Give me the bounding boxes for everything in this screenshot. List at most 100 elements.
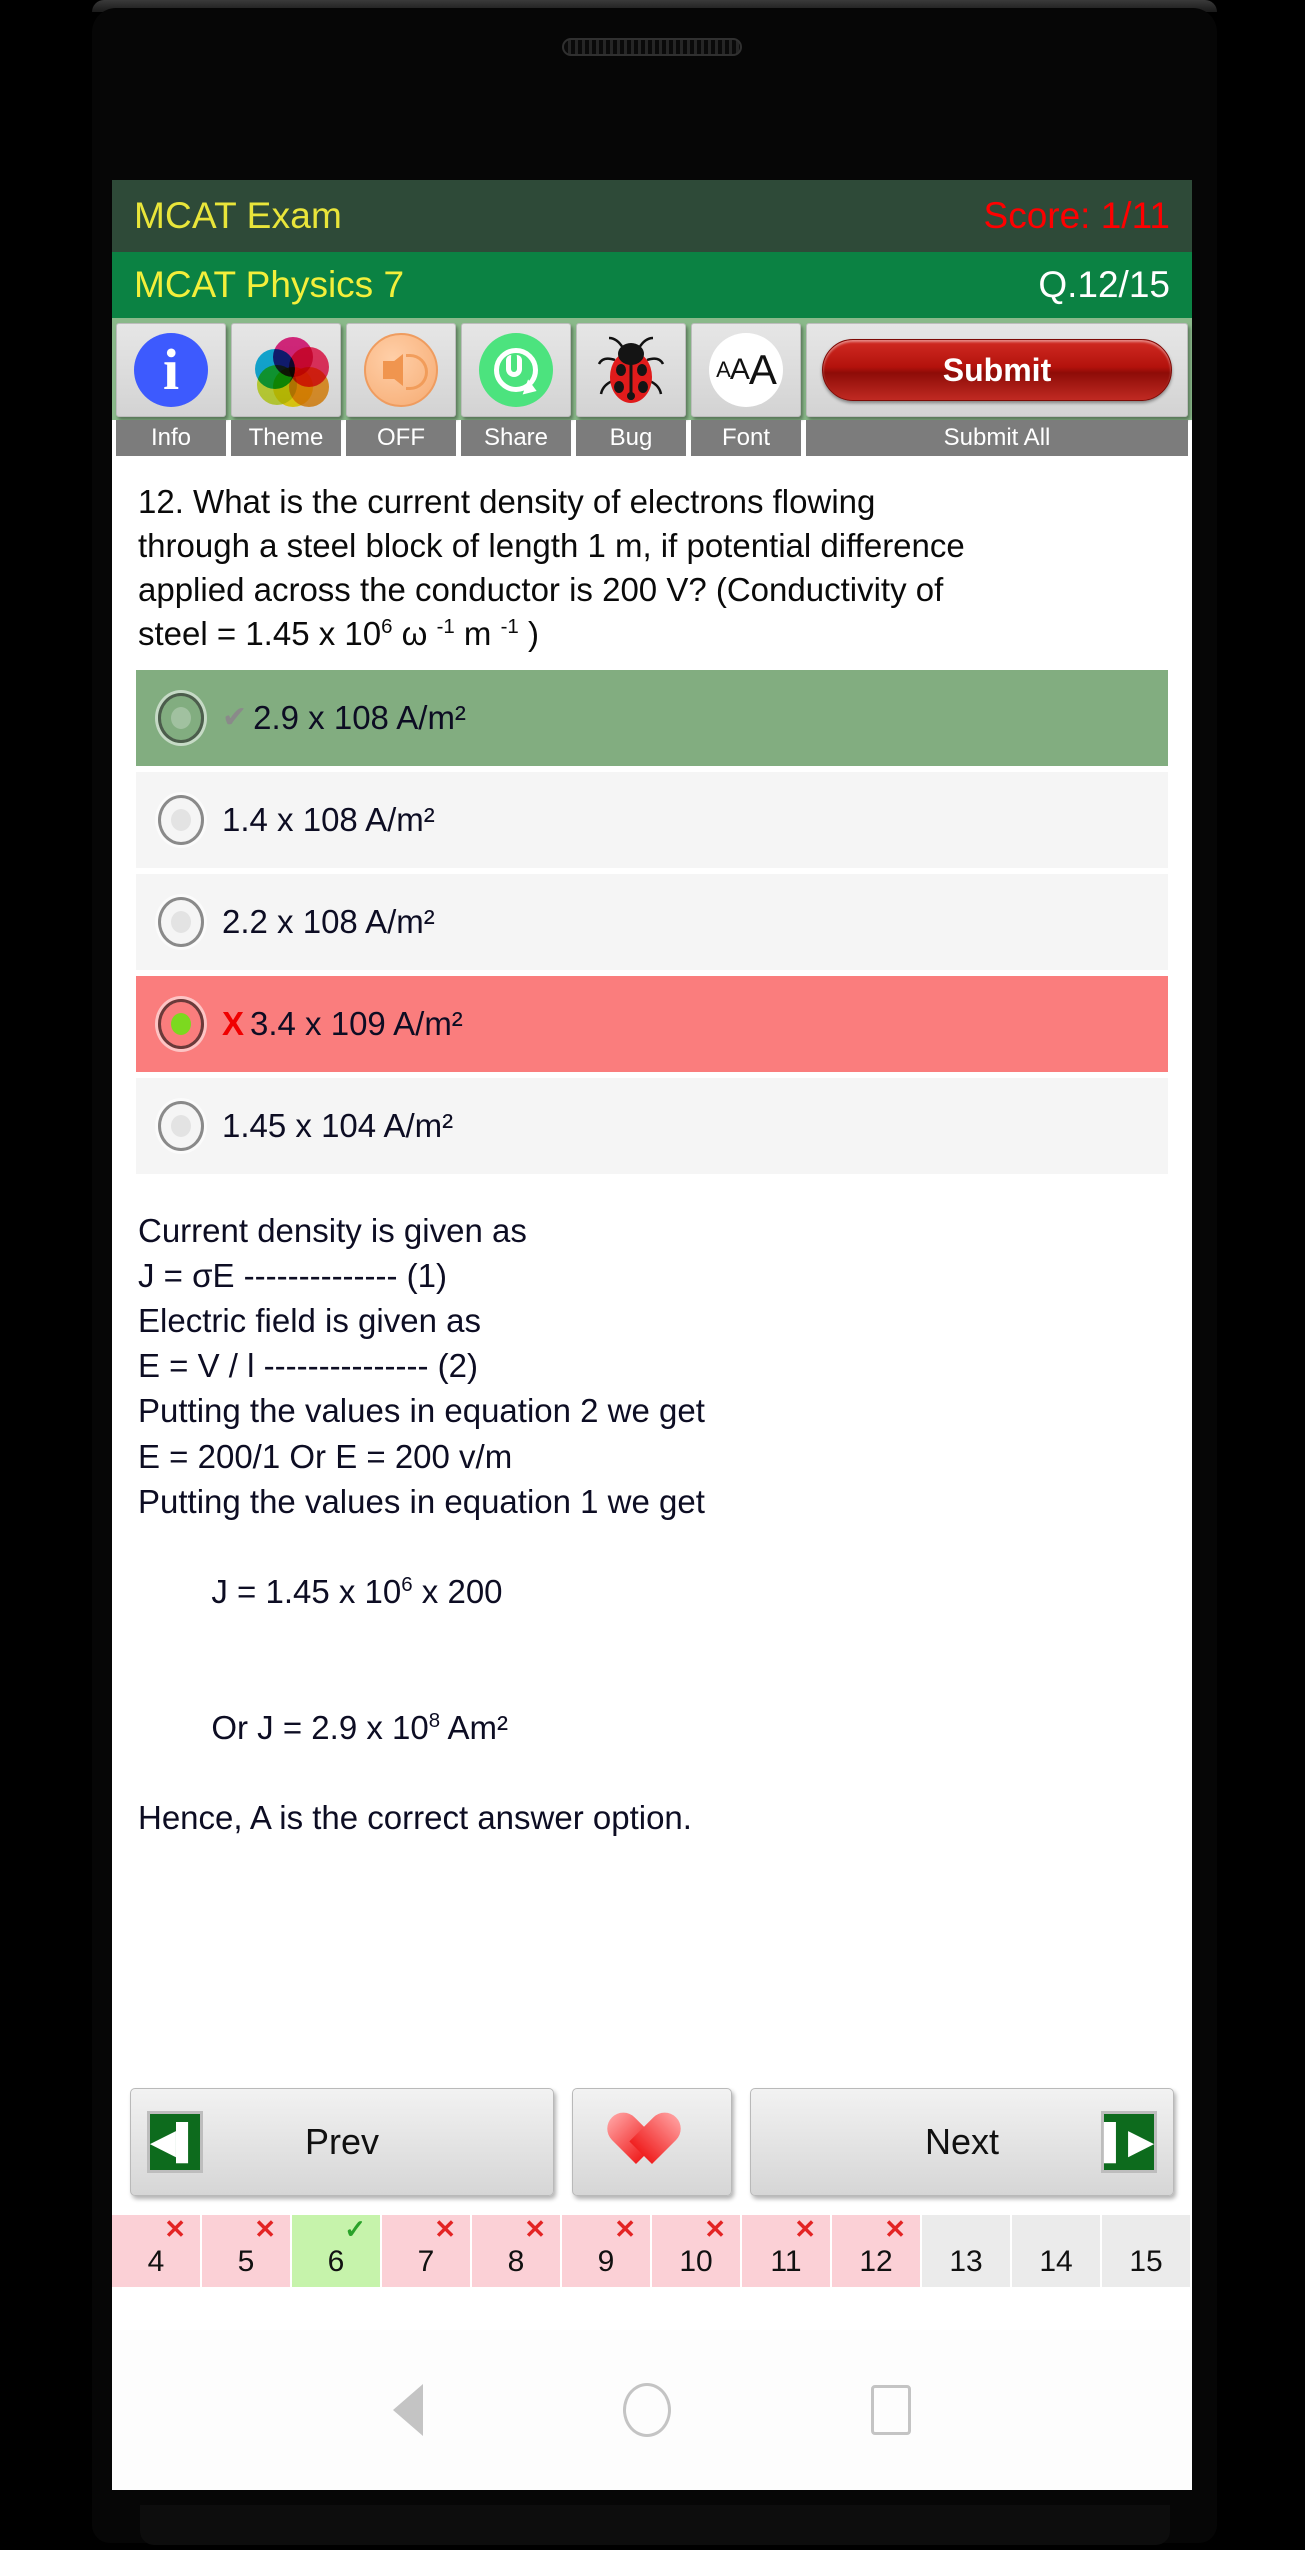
explanation-line-4: E = V / l --------------- (2)	[138, 1347, 478, 1385]
exp8-pre: J = 1.45 x 10	[211, 1573, 402, 1611]
qstrip-cell-15[interactable]: 15	[1102, 2215, 1192, 2287]
info-button[interactable]: i	[116, 323, 226, 417]
toolbar-label-share: Share	[461, 420, 571, 456]
option-e-radio[interactable]	[158, 1100, 204, 1151]
next-button-label: Next	[924, 2121, 1000, 2162]
option-a-label: 2.9 x 108 A/m²	[253, 698, 466, 736]
q-exp-6: 6	[381, 614, 393, 638]
qstrip-num-7: 7	[417, 2245, 435, 2278]
q-exp-neg1-a: -1	[436, 614, 455, 638]
qstrip-num-13: 13	[949, 2245, 983, 2278]
explanation-line-8: J = 1.45 x 106 x 200	[138, 1524, 1166, 1660]
qstrip-cell-13[interactable]: 13	[922, 2215, 1012, 2287]
option-b[interactable]: 1.4 x 108 A/m²	[136, 771, 1168, 868]
qstrip-num-9: 9	[597, 2245, 615, 2278]
exp9-post: Am²	[440, 1708, 508, 1746]
toolbar-label-submit-all: Submit All	[806, 420, 1188, 456]
option-b-text: 1.4 x 108 A/m²	[222, 801, 435, 839]
option-a[interactable]: ✔ 2.9 x 108 A/m²	[136, 669, 1168, 766]
phone-device-frame: MCAT Exam Score: 1/11 MCAT Physics 7 Q.1…	[0, 0, 1305, 2550]
exp8-exp: 6	[401, 1573, 413, 1597]
x-badge: ✕	[614, 2214, 636, 2244]
explanation-line-10: Hence, A is the correct answer option.	[138, 1799, 692, 1837]
qstrip-cell-5[interactable]: ✕ 5	[202, 2215, 292, 2287]
toolbar-label-theme: Theme	[231, 420, 341, 456]
option-d-radio[interactable]	[158, 998, 204, 1049]
skip-forward-icon: ▌▶	[1101, 2111, 1157, 2173]
qstrip-num-10: 10	[679, 2245, 713, 2278]
explanation-line-5: Putting the values in equation 2 we get	[138, 1392, 705, 1430]
qstrip-cell-6[interactable]: ✓ 6	[292, 2215, 382, 2287]
question-number-strip: ✕ 4 ✕ 5 ✓ 6 ✕ 7 ✕ 8 ✕ 9 ✕ 10 ✕ 11 ✕ 12 13 14 15	[112, 2215, 1192, 2287]
exp8-post: x 200	[412, 1573, 503, 1611]
x-badge: ✕	[524, 2214, 546, 2244]
heart-icon	[622, 2114, 682, 2170]
q-conductivity-pre: steel = 1.45 x 10	[138, 614, 382, 652]
info-icon: i	[134, 333, 208, 407]
qstrip-cell-8[interactable]: ✕ 8	[472, 2215, 562, 2287]
option-c[interactable]: 2.2 x 108 A/m²	[136, 873, 1168, 970]
skip-back-icon: ◀▌	[147, 2111, 203, 2173]
qstrip-cell-12[interactable]: ✕ 12	[832, 2215, 922, 2287]
x-badge: ✕	[434, 2214, 456, 2244]
q-close-paren: )	[518, 614, 539, 652]
q-exp-neg1-b: -1	[500, 614, 519, 638]
option-d[interactable]: X 3.4 x 109 A/m²	[136, 975, 1168, 1072]
palette-icon	[249, 333, 329, 407]
submit-all-button[interactable]: Submit	[806, 323, 1188, 417]
exp9-pre: Or J = 2.9 x 10	[211, 1708, 429, 1746]
back-triangle-icon[interactable]	[393, 2384, 423, 2436]
qstrip-num-6: 6	[327, 2245, 345, 2278]
toolbar-label-info: Info	[116, 420, 226, 456]
qstrip-num-11: 11	[770, 2245, 802, 2278]
qstrip-num-4: 4	[147, 2245, 165, 2278]
x-badge: ✕	[704, 2214, 726, 2244]
option-a-text: ✔ 2.9 x 108 A/m²	[222, 699, 466, 737]
next-button[interactable]: Next ▌▶	[750, 2088, 1174, 2196]
app-title: MCAT Exam	[134, 195, 343, 236]
option-c-radio[interactable]	[158, 896, 204, 947]
share-button[interactable]	[461, 323, 571, 417]
wrong-x-icon: X	[222, 1004, 245, 1042]
option-b-label: 1.4 x 108 A/m²	[222, 800, 435, 838]
earpiece-speaker-grille	[562, 38, 742, 56]
x-badge: ✕	[164, 2214, 186, 2244]
option-e-text: 1.45 x 104 A/m²	[222, 1107, 453, 1145]
qstrip-cell-10[interactable]: ✕ 10	[652, 2215, 742, 2287]
qstrip-num-14: 14	[1039, 2245, 1073, 2278]
home-circle-icon[interactable]	[623, 2383, 671, 2437]
bug-report-button[interactable]	[576, 323, 686, 417]
qstrip-cell-7[interactable]: ✕ 7	[382, 2215, 472, 2287]
qstrip-cell-9[interactable]: ✕ 9	[562, 2215, 652, 2287]
font-size-icon: AAA	[709, 333, 783, 407]
explanation-line-3: Electric field is given as	[138, 1301, 481, 1339]
qstrip-cell-4[interactable]: ✕ 4	[112, 2215, 202, 2287]
sound-toggle-button[interactable]	[346, 323, 456, 417]
toolbar-label-off: OFF	[346, 420, 456, 456]
prev-button[interactable]: ◀▌ Prev	[130, 2088, 554, 2196]
option-c-text: 2.2 x 108 A/m²	[222, 903, 435, 941]
check-badge: ✓	[344, 2214, 366, 2244]
option-a-radio[interactable]	[158, 692, 204, 743]
qstrip-num-15: 15	[1129, 2245, 1163, 2278]
q-omega: ω	[392, 614, 437, 652]
prev-button-label: Prev	[304, 2121, 380, 2162]
favorite-button[interactable]	[572, 2088, 732, 2196]
submit-button-label[interactable]: Submit	[822, 339, 1172, 401]
correct-check-icon: ✔	[222, 701, 248, 734]
qstrip-cell-11[interactable]: ✕ 11	[742, 2215, 832, 2287]
device-bottom-chin	[140, 2505, 1170, 2545]
app-title-bar: MCAT Exam Score: 1/11	[112, 180, 1192, 252]
font-size-button[interactable]: AAA	[691, 323, 801, 417]
theme-button[interactable]	[231, 323, 341, 417]
option-b-radio[interactable]	[158, 794, 204, 845]
exp9-exp: 8	[428, 1708, 441, 1732]
toolbar: i A A A Submit	[112, 318, 1192, 420]
qstrip-cell-14[interactable]: 14	[1012, 2215, 1102, 2287]
explanation-line-7: Putting the values in equation 1 we get	[138, 1482, 705, 1520]
android-system-nav	[112, 2330, 1192, 2490]
option-e[interactable]: 1.45 x 104 A/m²	[136, 1077, 1168, 1174]
recents-square-icon[interactable]	[871, 2385, 911, 2435]
question-counter: Q.12/15	[1038, 264, 1170, 305]
score-label: Score: 1/11	[983, 195, 1170, 236]
